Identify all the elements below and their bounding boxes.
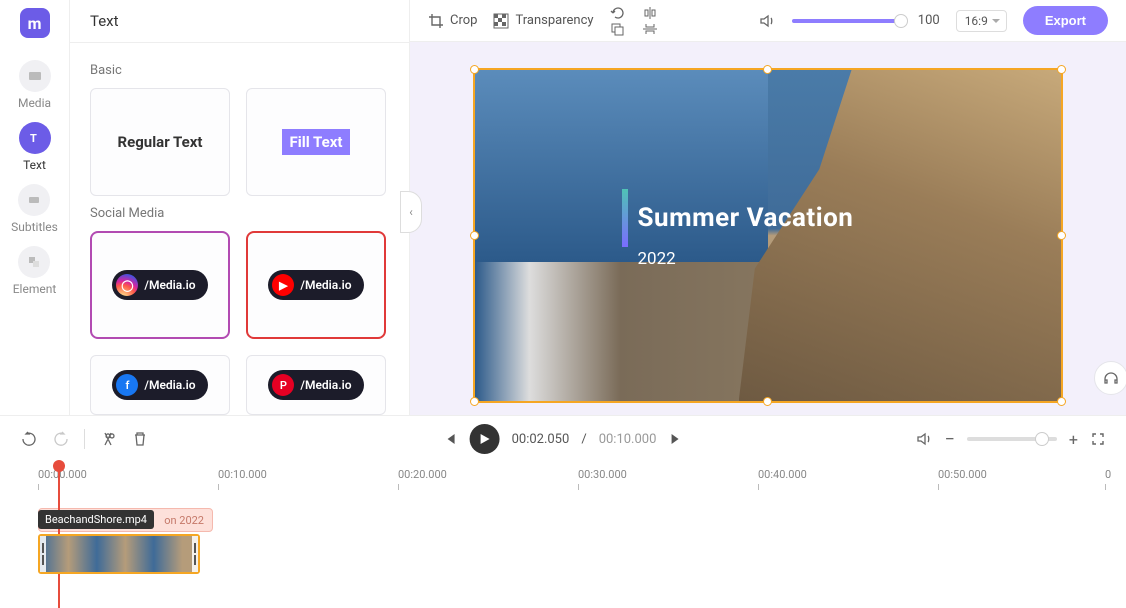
youtube-icon: ▶ <box>272 274 294 296</box>
timeline[interactable]: 00:00.000 00:10.000 00:20.000 00:30.000 … <box>0 462 1126 608</box>
fit-icon[interactable] <box>1090 431 1106 447</box>
volume-icon[interactable] <box>758 12 776 30</box>
next-frame-icon[interactable] <box>668 431 684 447</box>
panel-collapse-handle[interactable]: ‹ <box>400 191 422 233</box>
flip-h-icon[interactable] <box>642 6 658 20</box>
player-controls: 00:02.050 / 00:10.000 − + <box>0 416 1126 462</box>
svg-text:T: T <box>30 132 37 145</box>
text-icon: T <box>19 122 51 154</box>
media-icon <box>19 60 51 92</box>
headphones-icon <box>1102 369 1120 387</box>
tick: 00:10.000 <box>218 468 267 481</box>
text-panel: Text Basic Regular Text Fill Text Social… <box>70 0 410 415</box>
zoom-slider[interactable] <box>967 437 1057 441</box>
mute-icon[interactable] <box>915 430 933 448</box>
clip-tooltip: BeachandShore.mp4 <box>38 510 154 529</box>
rail-label: Subtitles <box>11 220 58 234</box>
clip-right-grip[interactable] <box>192 536 198 572</box>
preset-fill-text[interactable]: Fill Text <box>246 88 386 196</box>
instagram-icon: ◯ <box>116 274 138 296</box>
section-basic: Basic <box>90 63 389 78</box>
rail-label: Element <box>13 282 57 296</box>
resize-handle[interactable] <box>1057 397 1066 406</box>
video-clip[interactable] <box>38 534 200 574</box>
tick: 00:30.000 <box>578 468 627 481</box>
transparency-button[interactable]: Transparency <box>493 13 593 29</box>
resize-handle[interactable] <box>1057 65 1066 74</box>
subtitles-icon <box>18 184 50 216</box>
element-icon <box>18 246 50 278</box>
zoom-in-icon[interactable]: + <box>1069 430 1078 449</box>
time-total: 00:10.000 <box>599 432 657 447</box>
resize-handle[interactable] <box>470 397 479 406</box>
clip-left-grip[interactable] <box>40 536 46 572</box>
preset-pinterest[interactable]: P/Media.io <box>246 355 386 415</box>
rail-label: Text <box>23 158 46 172</box>
crop-icon <box>428 13 444 29</box>
rail-label: Media <box>18 96 51 110</box>
delete-icon[interactable] <box>131 430 149 448</box>
flip-v-icon[interactable] <box>642 22 658 36</box>
split-icon[interactable] <box>99 430 117 448</box>
rail-item-subtitles[interactable]: Subtitles <box>11 184 58 234</box>
opacity-value: 100 <box>918 13 940 28</box>
resize-handle[interactable] <box>763 397 772 406</box>
aspect-select[interactable]: 16:9 <box>956 10 1007 32</box>
app-logo: m <box>20 8 50 38</box>
redo-icon[interactable] <box>52 430 70 448</box>
resize-handle[interactable] <box>763 65 772 74</box>
section-social: Social Media <box>90 206 389 221</box>
copy-icon[interactable] <box>610 22 626 36</box>
resize-handle[interactable] <box>1057 231 1066 240</box>
support-button[interactable] <box>1094 361 1126 395</box>
prev-frame-icon[interactable] <box>442 431 458 447</box>
canvas-area: Crop Transparency 100 16:9 <box>410 0 1126 415</box>
rail-item-element[interactable]: Element <box>13 246 57 296</box>
left-rail: m Media T Text Subtitles Element <box>0 0 70 415</box>
tick: 00:50.000 <box>938 468 987 481</box>
canvas-toolbar: Crop Transparency 100 16:9 <box>410 0 1126 42</box>
resize-handle[interactable] <box>470 65 479 74</box>
export-button[interactable]: Export <box>1023 6 1108 35</box>
opacity-slider[interactable] <box>792 19 902 23</box>
tick: 00:40.000 <box>758 468 807 481</box>
rotate-icon[interactable] <box>610 6 626 20</box>
tick: 0 <box>1105 468 1111 481</box>
stage: ‹ Summer Vacation 2022 <box>410 42 1126 415</box>
tick: 00:20.000 <box>398 468 447 481</box>
preset-youtube[interactable]: ▶/Media.io <box>246 231 386 339</box>
crop-button[interactable]: Crop <box>428 13 477 29</box>
panel-title: Text <box>70 0 409 43</box>
video-frame[interactable]: Summer Vacation 2022 <box>473 68 1063 403</box>
facebook-icon: f <box>116 374 138 396</box>
transparency-icon <box>493 13 509 29</box>
resize-handle[interactable] <box>470 231 479 240</box>
text-overlay[interactable]: Summer Vacation 2022 <box>622 189 854 269</box>
ruler: 00:00.000 00:10.000 00:20.000 00:30.000 … <box>20 468 1106 502</box>
play-button[interactable] <box>470 424 500 454</box>
rail-item-text[interactable]: T Text <box>19 122 51 172</box>
preset-facebook[interactable]: f/Media.io <box>90 355 230 415</box>
preset-regular-text[interactable]: Regular Text <box>90 88 230 196</box>
preset-instagram[interactable]: ◯/Media.io <box>90 231 230 339</box>
accent-bar <box>622 189 628 247</box>
time-current: 00:02.050 <box>512 432 570 447</box>
rail-item-media[interactable]: Media <box>18 60 51 110</box>
zoom-out-icon[interactable]: − <box>945 429 955 450</box>
pinterest-icon: P <box>272 374 294 396</box>
undo-icon[interactable] <box>20 430 38 448</box>
lower-section: 00:02.050 / 00:10.000 − + 00:00.000 00:1… <box>0 415 1126 608</box>
